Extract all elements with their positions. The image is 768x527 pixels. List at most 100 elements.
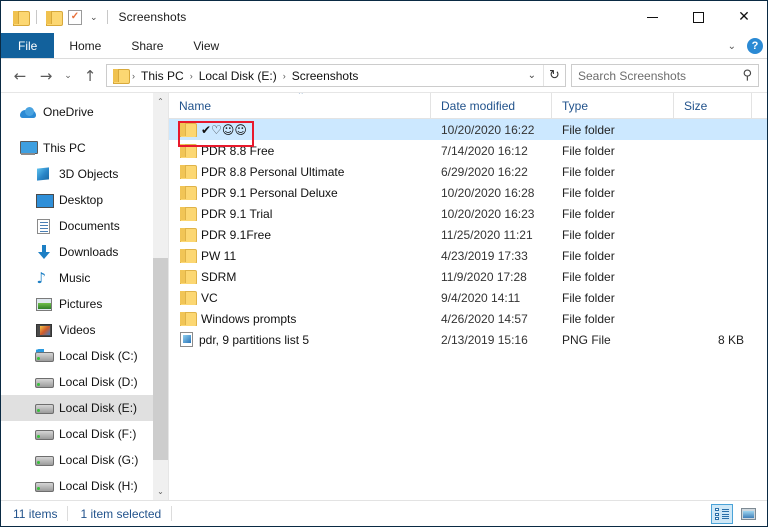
folder-icon <box>180 270 197 284</box>
sidebar-item-this-pc[interactable]: This PC <box>1 135 168 161</box>
sidebar-item-label: Pictures <box>59 297 103 311</box>
table-row[interactable]: SDRM 11/9/2020 17:28 File folder <box>169 266 767 287</box>
chevron-down-icon[interactable]: ⌄ <box>86 12 102 23</box>
sidebar-item-documents[interactable]: Documents <box>1 213 168 239</box>
file-name-cell: PDR 9.1 Personal Deluxe <box>169 186 431 200</box>
refresh-icon[interactable]: ↻ <box>543 65 565 86</box>
column-label: Size <box>684 98 708 113</box>
back-button[interactable]: ← <box>7 63 33 89</box>
table-row[interactable]: PW 11 4/23/2019 17:33 File folder <box>169 245 767 266</box>
table-row[interactable]: Windows prompts 4/26/2020 14:57 File fol… <box>169 308 767 329</box>
column-header-size[interactable]: Size <box>674 93 752 118</box>
sidebar-item-pictures[interactable]: Pictures <box>1 291 168 317</box>
tab-view[interactable]: View <box>178 33 234 58</box>
column-label: Name <box>179 98 212 113</box>
column-header-type[interactable]: Type <box>552 93 674 118</box>
help-icon[interactable]: ? <box>747 38 763 54</box>
file-name-cell: PDR 8.8 Free <box>169 144 431 158</box>
forward-button[interactable]: → <box>33 63 59 89</box>
sidebar-item-videos[interactable]: Videos <box>1 317 168 343</box>
column-label: Type <box>562 98 589 113</box>
close-icon: ✕ <box>738 9 750 25</box>
chevron-down-icon[interactable]: ⌄ <box>521 70 543 81</box>
scrollbar-thumb[interactable] <box>153 258 168 460</box>
tab-share[interactable]: Share <box>116 33 178 58</box>
file-type: File folder <box>562 164 615 179</box>
sidebar-item-3d-objects[interactable]: 3D Objects <box>1 161 168 187</box>
sidebar-item-desktop[interactable]: Desktop <box>1 187 168 213</box>
divider <box>106 10 108 24</box>
table-row[interactable]: PDR 9.1Free 11/25/2020 11:21 File folder <box>169 224 767 245</box>
up-button[interactable]: ↑ <box>77 63 103 89</box>
date-modified: 10/20/2020 16:22 <box>441 122 535 137</box>
sidebar-item-label: 3D Objects <box>59 167 119 181</box>
file-name: SDRM <box>201 269 237 284</box>
details-view-icon <box>715 508 729 520</box>
scroll-up-icon[interactable]: ⌃ <box>153 93 168 110</box>
date-modified: 11/25/2020 11:21 <box>441 227 533 242</box>
sidebar-item-local-disk-d[interactable]: Local Disk (D:) <box>1 369 168 395</box>
sidebar-item-label: Local Disk (D:) <box>59 375 138 389</box>
search-input[interactable] <box>578 68 743 83</box>
sidebar-item-label: Local Disk (C:) <box>59 349 138 363</box>
folder-icon[interactable] <box>9 6 31 28</box>
column-header-spacer <box>752 93 767 118</box>
column-header-date-modified[interactable]: Date modified <box>431 93 552 118</box>
maximize-button[interactable] <box>675 1 721 33</box>
system-drive-icon <box>35 348 54 364</box>
recent-locations-button[interactable]: ⌄ <box>59 63 77 89</box>
table-row[interactable]: PDR 9.1 Trial 10/20/2020 16:23 File fold… <box>169 203 767 224</box>
table-row[interactable]: PDR 8.8 Personal Ultimate 6/29/2020 16:2… <box>169 161 767 182</box>
sidebar-item-local-disk-c[interactable]: Local Disk (C:) <box>1 343 168 369</box>
properties-checkmark-icon[interactable]: ✓ <box>64 6 86 28</box>
column-header-name[interactable]: Name ⌃ <box>169 93 431 118</box>
sidebar-item-local-disk-g[interactable]: Local Disk (G:) <box>1 447 168 473</box>
table-row[interactable]: ✔♡☺☺ 10/20/2020 16:22 File folder <box>169 119 767 140</box>
details-view-button[interactable] <box>711 504 733 524</box>
file-type: File folder <box>562 185 615 200</box>
sidebar-item-local-disk-e[interactable]: Local Disk (E:) <box>1 395 168 421</box>
search-icon[interactable]: ⚲ <box>742 68 752 83</box>
table-row[interactable]: VC 9/4/2020 14:11 File folder <box>169 287 767 308</box>
file-name: PDR 8.8 Personal Ultimate <box>201 164 345 179</box>
sidebar-item-label: Videos <box>59 323 96 337</box>
sidebar-item-music[interactable]: ♪ Music <box>1 265 168 291</box>
chevron-down-icon[interactable]: ⌄ <box>723 39 741 54</box>
tab-file[interactable]: File <box>1 33 55 58</box>
file-name-cell: VC <box>169 291 431 305</box>
date-modified: 6/29/2020 16:22 <box>441 164 528 179</box>
breadcrumb-item-this-pc[interactable]: This PC <box>137 69 188 83</box>
table-row[interactable]: PDR 9.1 Personal Deluxe 10/20/2020 16:28… <box>169 182 767 203</box>
breadcrumb-item-local-disk-e[interactable]: Local Disk (E:) <box>195 69 281 83</box>
scrollbar-track[interactable] <box>153 110 168 483</box>
breadcrumb: › This PC › Local Disk (E:) › Screenshot… <box>130 69 521 83</box>
status-bar: 11 items 1 item selected <box>1 500 767 526</box>
sidebar-item-label: Local Disk (H:) <box>59 479 138 493</box>
scroll-down-icon[interactable]: ⌄ <box>153 483 168 500</box>
sidebar-item-downloads[interactable]: Downloads <box>1 239 168 265</box>
file-type: File folder <box>562 143 615 158</box>
sidebar-item-label: Local Disk (F:) <box>59 427 137 441</box>
search-box[interactable]: ⚲ <box>571 64 759 87</box>
sidebar-scrollbar[interactable]: ⌃ ⌄ <box>153 93 168 500</box>
breadcrumb-bar[interactable]: › This PC › Local Disk (E:) › Screenshot… <box>106 64 566 87</box>
sidebar-item-local-disk-f[interactable]: Local Disk (F:) <box>1 421 168 447</box>
breadcrumb-separator: › <box>132 70 135 81</box>
close-button[interactable]: ✕ <box>721 1 767 33</box>
tab-home[interactable]: Home <box>54 33 116 58</box>
sidebar-item-onedrive[interactable]: OneDrive <box>1 99 168 125</box>
minimize-button[interactable] <box>629 1 675 33</box>
date-modified: 4/23/2019 17:33 <box>441 248 528 263</box>
sidebar-item-local-disk-h[interactable]: Local Disk (H:) <box>1 473 168 499</box>
sidebar-item-label: Documents <box>59 219 120 233</box>
table-row[interactable]: pdr, 9 partitions list 5 2/13/2019 15:16… <box>169 329 767 350</box>
quick-access-toolbar: ✓ ⌄ <box>1 6 113 28</box>
divider <box>36 10 37 24</box>
breadcrumb-item-screenshots[interactable]: Screenshots <box>288 69 363 83</box>
new-folder-icon[interactable] <box>42 6 64 28</box>
large-icons-view-button[interactable] <box>737 504 759 524</box>
table-row[interactable]: PDR 8.8 Free 7/14/2020 16:12 File folder <box>169 140 767 161</box>
file-list-pane: Name ⌃ Date modified Type Size ✔♡☺☺ 10/2… <box>169 93 767 500</box>
sidebar-item-label: This PC <box>43 141 86 155</box>
folder-icon <box>180 228 197 242</box>
